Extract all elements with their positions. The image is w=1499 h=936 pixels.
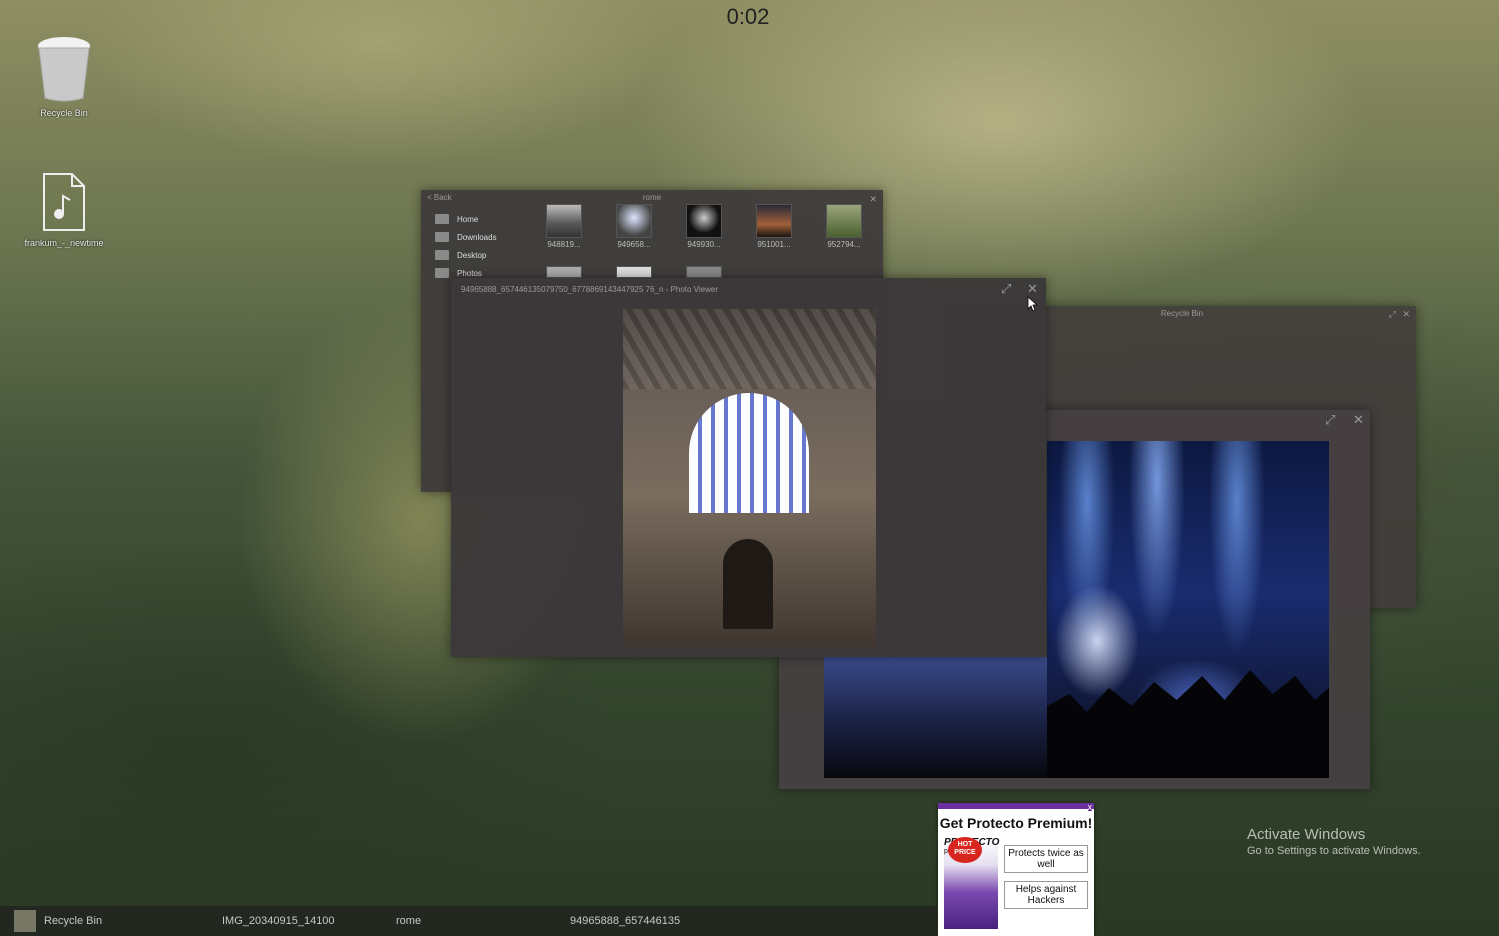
taskbar-item-recycle-bin[interactable]: Recycle Bin [0, 906, 210, 936]
close-icon[interactable]: ✕ [1353, 413, 1364, 427]
file-thumbnail[interactable]: 952794... [816, 204, 872, 249]
home-icon [435, 214, 449, 224]
window-titlebar[interactable]: 94965888_657446135079750_677886914344792… [451, 278, 1046, 300]
ad-bullet: Protects twice as well [1004, 845, 1088, 873]
cathedral-vault [623, 309, 876, 389]
thumbnail-label: 952794... [827, 240, 861, 249]
restore-icon[interactable]: ⤢ [1325, 413, 1335, 427]
desktop-icon-label: frankum_-_newtime [24, 238, 104, 248]
thumbnail-label: 949658... [617, 240, 651, 249]
file-thumbnail[interactable]: 951001... [746, 204, 802, 249]
taskbar-item-label: IMG_20340915_14100 [222, 915, 335, 927]
restore-icon[interactable]: ⤢ [1389, 307, 1396, 321]
desktop-icon-music-file[interactable]: frankum_-_newtime [19, 172, 109, 248]
thumbnail-label: 949930... [687, 240, 721, 249]
taskbar-item-rome[interactable]: rome [396, 906, 556, 936]
photo-viewer-cathedral[interactable]: 94965888_657446135079750_677886914344792… [451, 278, 1046, 657]
thumbnail-label: 951001... [757, 240, 791, 249]
recycle-bin-icon [14, 910, 36, 933]
ad-topbar [938, 803, 1094, 809]
taskbar: Recycle Bin IMG_20340915_14100 rome 9496… [0, 906, 937, 936]
music-file-icon [43, 173, 85, 231]
cathedral-window [689, 393, 809, 513]
concert-photo [1047, 441, 1329, 778]
ad-close-button[interactable]: x [1087, 803, 1092, 812]
protecto-ad-popup[interactable]: x Get Protecto Premium! PROTECTO premium… [938, 803, 1094, 936]
file-thumbnail[interactable]: 948819... [536, 204, 592, 249]
file-thumbnail[interactable]: 949930... [676, 204, 732, 249]
sidebar-item-home[interactable]: Home [435, 210, 497, 228]
close-icon[interactable]: ✕ [1402, 307, 1410, 321]
desktop-icon [435, 250, 449, 260]
ad-headline: Get Protecto Premium! [939, 815, 1093, 831]
restore-icon[interactable]: ⤢ [1001, 282, 1011, 296]
concert-photo-left [824, 657, 1048, 778]
recycle-bin-icon [38, 37, 90, 102]
cathedral-doorway [723, 539, 773, 629]
crowd-silhouette [1047, 670, 1329, 778]
sidebar-item-label: Photos [457, 268, 482, 278]
sidebar-nav: Home Downloads Desktop Photos [435, 210, 497, 282]
sidebar-item-desktop[interactable]: Desktop [435, 246, 497, 264]
taskbar-item-photo-viewer[interactable]: 94965888_657446135 [570, 906, 730, 936]
sidebar-item-label: Home [457, 214, 479, 224]
hot-price-badge: HOT PRICE [948, 837, 982, 863]
window-title: 94965888_657446135079750_677886914344792… [461, 285, 718, 294]
sidebar-item-label: Downloads [457, 232, 497, 242]
mouse-cursor-icon [1027, 296, 1037, 312]
close-icon[interactable]: ✕ [1027, 282, 1038, 296]
watermark-title: Activate Windows [1247, 826, 1366, 843]
sidebar-item-label: Desktop [457, 250, 487, 260]
ad-bullet: Helps against Hackers [1004, 881, 1088, 909]
desktop-icon-label: Recycle Bin [40, 108, 88, 118]
thumbnail-label: 948819... [547, 240, 581, 249]
desktop-icon-recycle-bin[interactable]: Recycle Bin [19, 36, 109, 118]
taskbar-item-image[interactable]: IMG_20340915_14100 [222, 906, 382, 936]
file-thumbnail[interactable]: 949658... [606, 204, 662, 249]
watermark-subtitle: Go to Settings to activate Windows. [1247, 845, 1421, 857]
taskbar-item-label: Recycle Bin [44, 915, 103, 927]
window-title: rome [642, 193, 662, 202]
photos-icon [435, 268, 449, 278]
sidebar-item-downloads[interactable]: Downloads [435, 228, 497, 246]
downloads-icon [435, 232, 449, 242]
activation-watermark: Activate Windows Go to Settings to activ… [1247, 826, 1421, 857]
taskbar-item-label: 94965888_657446135 [570, 915, 681, 927]
cathedral-photo [623, 309, 876, 647]
recording-timer: 0:02 [726, 4, 770, 29]
taskbar-item-label: rome [396, 915, 422, 927]
